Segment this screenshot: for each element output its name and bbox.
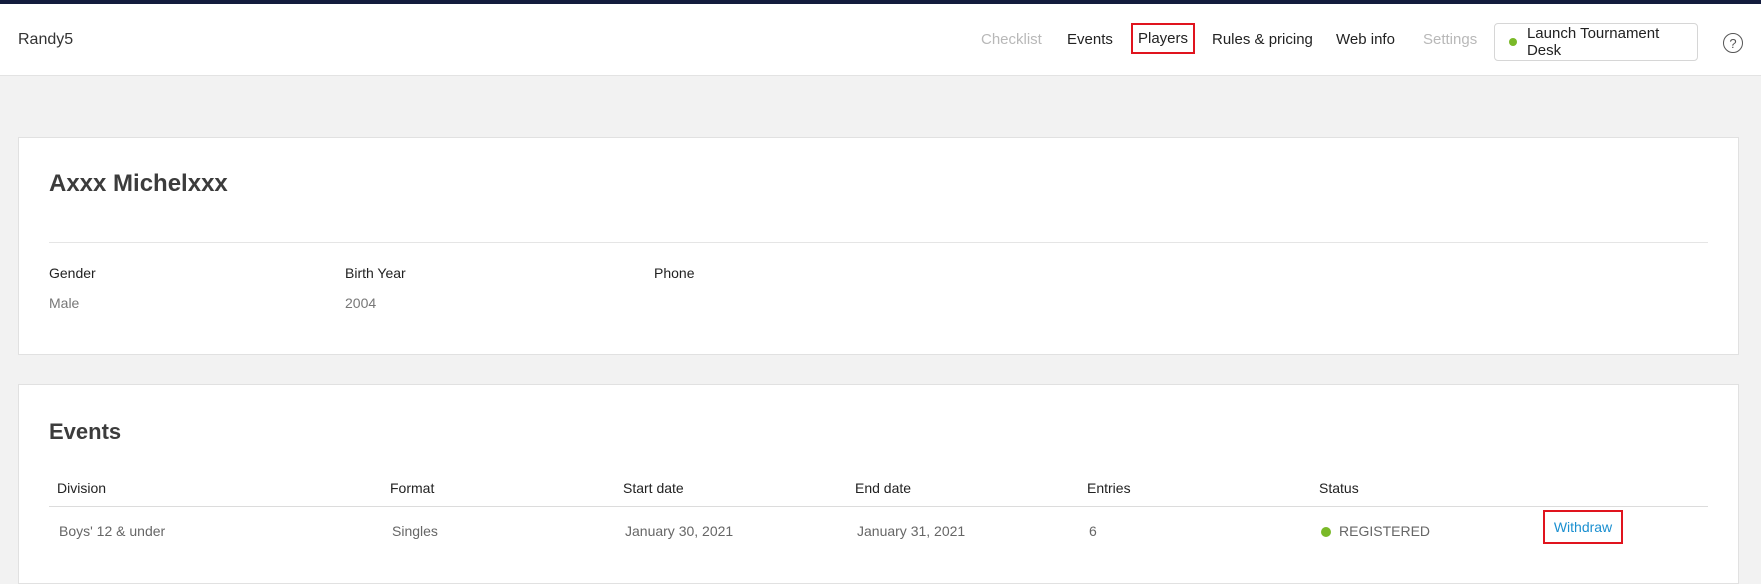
player-details-card: Axxx Michelxxx Gender Male Birth Year 20… [18, 137, 1739, 355]
gender-label: Gender [49, 265, 96, 281]
col-entries: Entries [1087, 480, 1131, 496]
col-format: Format [390, 480, 435, 496]
top-header: Randy5 Checklist Events Players Rules & … [0, 4, 1761, 76]
row-end-date: January 31, 2021 [857, 523, 966, 539]
table-header-divider [49, 506, 1708, 507]
nav-web-info[interactable]: Web info [1336, 31, 1395, 48]
withdraw-link[interactable]: Withdraw [1543, 510, 1623, 544]
help-circle-icon[interactable]: ? [1723, 33, 1743, 53]
nav-events[interactable]: Events [1067, 31, 1113, 48]
col-status: Status [1319, 480, 1359, 496]
birth-year-label: Birth Year [345, 265, 406, 281]
status-dot-icon [1509, 38, 1517, 46]
player-divider [49, 242, 1708, 243]
nav-rules-pricing[interactable]: Rules & pricing [1212, 31, 1313, 48]
col-division: Division [57, 480, 107, 496]
nav-checklist[interactable]: Checklist [981, 31, 1042, 48]
nav-players[interactable]: Players [1130, 23, 1196, 54]
status-dot-icon [1321, 527, 1331, 537]
launch-tournament-desk-button[interactable]: Launch Tournament Desk [1494, 23, 1698, 61]
row-start-date: January 30, 2021 [625, 523, 734, 539]
phone-label: Phone [654, 265, 695, 281]
row-division: Boys' 12 & under [59, 523, 166, 539]
row-entries: 6 [1089, 523, 1097, 539]
row-format: Singles [392, 523, 438, 539]
player-name: Axxx Michelxxx [49, 170, 228, 197]
tournament-name: Randy5 [18, 31, 74, 48]
events-card: Events Division Format Start date End da… [18, 384, 1739, 584]
col-start-date: Start date [623, 480, 684, 496]
col-end-date: End date [855, 480, 912, 496]
row-status: REGISTERED [1321, 523, 1430, 539]
launch-button-label: Launch Tournament Desk [1526, 25, 1660, 59]
events-title: Events [49, 419, 122, 444]
status-text: REGISTERED [1339, 523, 1431, 539]
birth-year-value: 2004 [345, 295, 377, 311]
gender-value: Male [49, 295, 80, 311]
nav-settings[interactable]: Settings [1423, 31, 1477, 48]
